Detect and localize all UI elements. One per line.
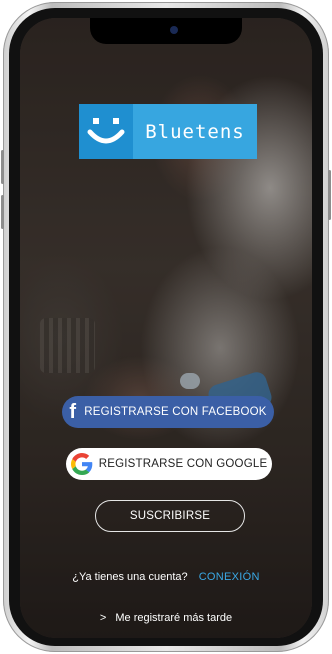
facebook-signup-label: REGISTRARSE CON FACEBOOK bbox=[84, 406, 267, 418]
facebook-icon: f bbox=[69, 400, 77, 423]
skip-registration-link[interactable]: > Me registraré más tarde bbox=[20, 612, 312, 624]
skip-registration-label: Me registraré más tarde bbox=[115, 612, 233, 624]
smiley-icon bbox=[79, 104, 133, 159]
google-signup-button[interactable]: REGISTRARSE CON GOOGLE bbox=[66, 448, 272, 480]
login-row: ¿Ya tienes una cuenta? CONEXIÓN bbox=[20, 571, 312, 583]
camera-icon bbox=[170, 26, 178, 34]
chevron-right-icon: > bbox=[99, 612, 107, 624]
phone-notch bbox=[90, 18, 242, 44]
subscribe-label: SUSCRIBIRSE bbox=[129, 510, 211, 522]
facebook-signup-button[interactable]: f REGISTRARSE CON FACEBOOK bbox=[62, 396, 274, 428]
brand-logo: Bluetens bbox=[79, 104, 257, 159]
app-screen: Bluetens f REGISTRARSE CON FACEBOOK REGI… bbox=[20, 18, 312, 638]
login-link[interactable]: CONEXIÓN bbox=[199, 571, 260, 583]
google-signup-label: REGISTRARSE CON GOOGLE bbox=[98, 458, 268, 470]
volume-up-button bbox=[1, 150, 4, 184]
login-prompt: ¿Ya tienes una cuenta? bbox=[72, 571, 188, 583]
power-button bbox=[328, 170, 331, 220]
brand-name: Bluetens bbox=[133, 104, 257, 159]
volume-down-button bbox=[1, 195, 4, 229]
google-icon bbox=[70, 453, 92, 475]
subscribe-button[interactable]: SUSCRIBIRSE bbox=[95, 500, 245, 532]
